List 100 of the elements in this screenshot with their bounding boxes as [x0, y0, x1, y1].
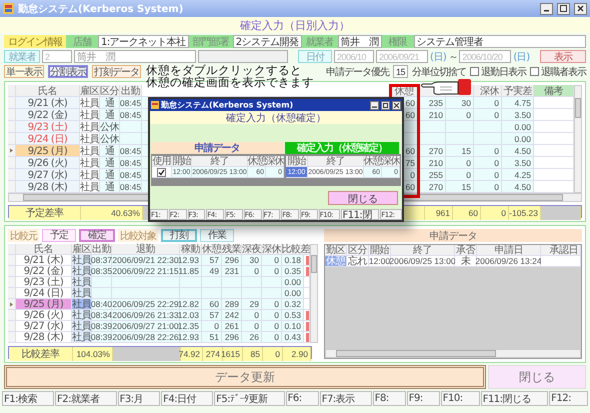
table-cell: 255 [418, 169, 446, 181]
table-cell: 08:45 [120, 109, 142, 121]
table-cell: 社員 [72, 255, 92, 266]
table-cell: 0.18 [282, 255, 304, 266]
column-header: 深休 [266, 156, 284, 167]
table-cell: 公休 [100, 133, 120, 145]
table-cell: 12.93 [180, 332, 202, 343]
table-cell: 210 [418, 157, 446, 169]
summary-value: 1615 [223, 347, 243, 361]
table-cell: 296 [222, 255, 242, 266]
table-cell: 2006/09/26 21:33 [112, 310, 180, 321]
table-cell: 242 [222, 310, 242, 321]
summary-value: 85 [243, 347, 263, 361]
column-header: 休憩 [202, 244, 222, 255]
table-cell: 社員 [80, 157, 100, 169]
summary-value: 0 [481, 206, 509, 220]
table-cell: 社員 [72, 321, 92, 332]
column-header: 予実差 [502, 85, 534, 97]
table-cell: 0.00 [502, 133, 534, 145]
dialog-heading: 確定入力（休憩確定） [226, 112, 326, 124]
table-cell: 3.50 [502, 157, 534, 169]
screen-title: 確定入力（日別入力） [240, 18, 350, 32]
table-cell: 0 [474, 145, 502, 157]
section-label: 確定入力（休憩確定） [285, 142, 399, 154]
table-cell: 4.25 [502, 169, 534, 181]
table-cell: 0 [474, 169, 502, 181]
table-cell: 0.10 [282, 321, 304, 332]
table-cell: 0 [262, 266, 282, 277]
rounding-label: 分単位切捨て [412, 66, 466, 78]
field-value: 筒井 潤 [338, 35, 382, 48]
column-header: 稼動 [180, 244, 202, 255]
table-cell: 57 [202, 255, 222, 266]
table-cell: 11.85 [180, 266, 202, 277]
table-cell: 公休 [100, 121, 120, 133]
table-cell: 通 [100, 145, 120, 157]
table-cell: 未 [455, 256, 477, 267]
table-cell: 49 [202, 266, 222, 277]
table-cell: 08:45 [120, 145, 142, 157]
table-cell: 0 [262, 299, 282, 310]
table-cell: 12.82 [180, 299, 202, 310]
table-cell: 08:39 [92, 321, 112, 332]
column-header: 出勤 [92, 244, 112, 255]
table-cell: 2006/09/25 22:29 [112, 299, 180, 310]
column-header: 申請日 [477, 245, 541, 256]
column-header: 区分 [347, 245, 369, 256]
table-cell: 0 [262, 255, 282, 266]
table-cell: 0 [474, 157, 502, 169]
table-cell: 社員 [72, 266, 92, 277]
column-header: 開始 [369, 245, 391, 256]
compare-from-label: 比較元 [8, 229, 39, 242]
priority-label: 申請データ優先 [326, 66, 389, 78]
table-cell: 0 [446, 109, 474, 121]
table-cell: 社員 [80, 121, 100, 133]
table-cell: 51 [202, 332, 222, 343]
summary-value: -105.23 [509, 206, 541, 220]
summary-value: 2.90 [283, 347, 311, 361]
table-cell: 30 [242, 255, 262, 266]
table-cell: 4.75 [502, 97, 534, 109]
table-cell: 2006/09/22 21:15 [112, 266, 180, 277]
table-cell: 0.53 [282, 310, 304, 321]
table-cell: 08:45 [120, 157, 142, 169]
table-cell: 0 [242, 321, 262, 332]
table-cell: 210 [418, 109, 446, 121]
table-cell: 296 [222, 332, 242, 343]
table-cell: 08:45 [120, 181, 142, 193]
summary-value: 74.92 [181, 347, 203, 361]
table-cell: 12.03 [180, 310, 202, 321]
summary-label: 予定差率 [9, 206, 81, 220]
column-header: 終了 [391, 245, 455, 256]
table-cell: 08:37 [92, 255, 112, 266]
table-cell: 4.50 [502, 145, 534, 157]
table-cell: 社員 [72, 277, 92, 288]
table-cell: 231 [222, 266, 242, 277]
table-cell: 2006/09/25 13:00 [391, 256, 455, 267]
weekday-label: (日) [513, 50, 530, 63]
table-cell: 0 [262, 321, 282, 332]
column-header: 氏名 [16, 244, 72, 255]
table-cell: 通 [100, 181, 120, 193]
column-header: 雇区 [72, 244, 92, 255]
column-header: 使用 [152, 156, 172, 167]
table-cell: 社員 [80, 145, 100, 157]
summary-rate: 104.03% [73, 347, 113, 361]
table-cell: 0.35 [282, 266, 304, 277]
column-header: 残業 [222, 244, 242, 255]
table-cell: 261 [222, 321, 242, 332]
table-cell: 0 [202, 321, 222, 332]
checkbox-label: 退勤日表示 [481, 66, 526, 78]
table-cell: 忘れ [347, 256, 369, 267]
field-value: 1:アークネット本社 [98, 35, 189, 48]
field-label: 就業者 [302, 35, 338, 48]
table-cell: 0.00 [282, 288, 304, 299]
table-cell: 社員 [80, 169, 100, 181]
dialog-title: 勤怠システム(Kerberos System) [161, 100, 294, 111]
table-cell: 社員 [80, 181, 100, 193]
column-header: 休憩 [364, 156, 382, 167]
table-cell: 0 [446, 169, 474, 181]
table-cell: 0 [446, 157, 474, 169]
table-cell: 2006/09/27 21:00 [112, 321, 180, 332]
table-cell: 0 [262, 310, 282, 321]
table-cell: 2006/09/28 22:26 [112, 332, 180, 343]
